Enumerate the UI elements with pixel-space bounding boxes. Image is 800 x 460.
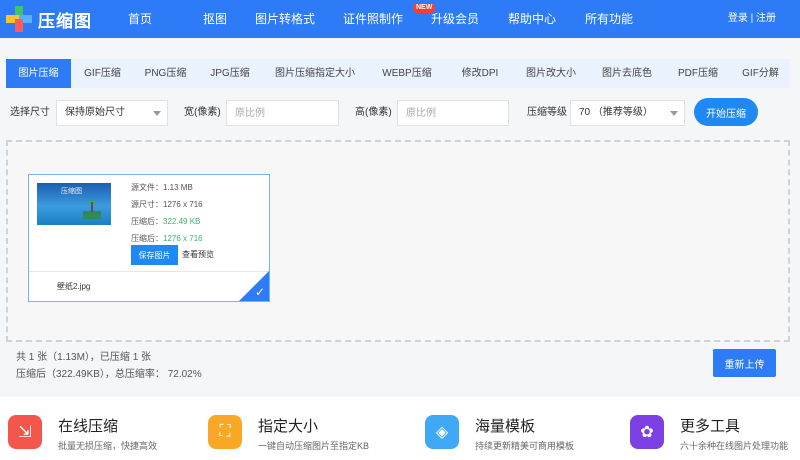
- chevron-down-icon: [153, 111, 161, 116]
- height-input[interactable]: [397, 100, 509, 126]
- view-preview-link[interactable]: 查看预览: [182, 249, 214, 260]
- size-select-value: 保持原始尺寸: [65, 107, 125, 118]
- compress-icon: ⇲: [8, 415, 42, 449]
- nav-cutout[interactable]: 抠图: [203, 0, 255, 38]
- tab-image-compress[interactable]: 图片压缩: [6, 59, 71, 88]
- start-compress-button[interactable]: 开始压缩: [694, 98, 758, 126]
- checkmark-icon: ✓: [254, 285, 265, 299]
- compressed-file-label: 压缩后：: [131, 217, 163, 226]
- feature-title: 指定大小: [258, 418, 319, 435]
- nav-all-features[interactable]: 所有功能: [585, 0, 655, 38]
- height-label: 高(像素): [355, 107, 392, 118]
- source-file-size: 源文件：1.13 MB: [131, 183, 193, 192]
- feature-desc: 一键自动压缩图片至指定KB: [258, 441, 370, 451]
- feature-desc: 批量无损压缩，快捷高效: [58, 441, 158, 451]
- tab-compress-to-size[interactable]: 图片压缩指定大小: [263, 59, 367, 88]
- island-icon: [83, 200, 101, 219]
- tab-png-compress[interactable]: PNG压缩: [134, 59, 197, 88]
- card-divider: [29, 271, 269, 272]
- width-input[interactable]: [226, 100, 339, 126]
- chevron-down-icon: [670, 111, 678, 116]
- compressed-file-size: 压缩后：322.49 KB: [131, 213, 203, 230]
- nav-id-photo-label: 证件照制作: [343, 12, 404, 26]
- save-image-button[interactable]: 保存图片: [131, 245, 178, 265]
- tool-tabs: 图片压缩 GIF压缩 PNG压缩 JPG压缩 图片压缩指定大小 WEBP压缩 修…: [6, 59, 790, 88]
- file-name: 壁纸2.jpg: [57, 282, 91, 291]
- top-navbar: 压缩图 首页 抠图 图片转格式 证件照制作 NEW 升级会员 帮助中心 所有功能…: [0, 0, 800, 38]
- site-logo[interactable]: 压缩图: [6, 6, 92, 32]
- compress-summary: 共 1 张（1.13M），已压缩 1 张 压缩后（322.49KB），总压缩率：…: [16, 349, 202, 383]
- file-meta: 源文件：1.13 MB 源尺寸：1276 x 716 压缩后：322.49 KB…: [131, 179, 203, 247]
- upload-dropzone[interactable]: 压缩图 源文件：1.13 MB 源尺寸：1276 x 716 压缩后：322.4…: [6, 140, 790, 342]
- feature-strip: ⇲ 在线压缩 批量无损压缩，快捷高效 ⛶ 指定大小 一键自动压缩图片至指定KB …: [0, 397, 800, 460]
- summary-ratio: 压缩后（322.49KB），总压缩率： 72.02%: [16, 369, 202, 380]
- main-nav: 首页 抠图 图片转格式 证件照制作 NEW 升级会员 帮助中心 所有功能: [128, 0, 655, 38]
- width-label: 宽(像素): [184, 107, 221, 118]
- logo-text: 压缩图: [38, 11, 92, 31]
- level-select[interactable]: 70 （推荐等级）: [570, 100, 685, 126]
- nav-help-center[interactable]: 帮助中心: [508, 0, 585, 38]
- nav-format-convert[interactable]: 图片转格式: [255, 0, 343, 38]
- level-label: 压缩等级: [527, 107, 567, 118]
- source-dimensions: 源尺寸：1276 x 716: [131, 200, 203, 209]
- compressed-size-value: 1276 x 716: [163, 234, 203, 243]
- size-label: 选择尺寸: [10, 107, 50, 118]
- resize-icon: ⛶: [208, 415, 242, 449]
- compress-options: 选择尺寸 保持原始尺寸 宽(像素) 高(像素) 压缩等级 70 （推荐等级） 开…: [10, 98, 790, 126]
- auth-separator: |: [750, 13, 754, 24]
- tab-jpg-compress[interactable]: JPG压缩: [197, 59, 263, 88]
- tab-resize-image[interactable]: 图片改大小: [513, 59, 589, 88]
- feature-title: 在线压缩: [58, 418, 119, 435]
- nav-upgrade-member[interactable]: 升级会员: [431, 0, 508, 38]
- summary-count: 共 1 张（1.13M），已压缩 1 张: [16, 352, 152, 363]
- logo-cross-icon: [6, 6, 32, 32]
- register-link[interactable]: 注册: [756, 13, 776, 24]
- compressed-size-label: 压缩后：: [131, 234, 163, 243]
- level-select-value: 70 （推荐等级）: [579, 107, 653, 118]
- tab-gif-compress[interactable]: GIF压缩: [71, 59, 134, 88]
- login-link[interactable]: 登录: [728, 13, 748, 24]
- thumbnail-watermark: 压缩图: [61, 188, 82, 195]
- size-select[interactable]: 保持原始尺寸: [56, 100, 168, 126]
- compressed-file-value: 322.49 KB: [163, 217, 201, 226]
- feature-desc: 持续更新精美可商用模板: [475, 441, 575, 451]
- tab-gif-split[interactable]: GIF分解: [731, 59, 790, 88]
- auth-links: 登录 | 注册: [728, 0, 776, 38]
- nav-home[interactable]: 首页: [128, 0, 203, 38]
- tab-remove-background[interactable]: 图片去底色: [589, 59, 665, 88]
- layers-icon: ◈: [425, 415, 459, 449]
- feature-title: 更多工具: [680, 418, 741, 435]
- feature-desc: 六十余种在线图片处理功能: [680, 441, 789, 451]
- image-thumbnail: 压缩图: [37, 183, 111, 225]
- tab-modify-dpi[interactable]: 修改DPI: [447, 59, 513, 88]
- apps-icon: ✿: [630, 415, 664, 449]
- reupload-button[interactable]: 重新上传: [713, 349, 776, 377]
- feature-title: 海量模板: [475, 418, 536, 435]
- nav-id-photo[interactable]: 证件照制作 NEW: [343, 0, 436, 38]
- tab-pdf-compress[interactable]: PDF压缩: [665, 59, 731, 88]
- tab-webp-compress[interactable]: WEBP压缩: [367, 59, 447, 88]
- file-card[interactable]: 压缩图 源文件：1.13 MB 源尺寸：1276 x 716 压缩后：322.4…: [28, 174, 270, 302]
